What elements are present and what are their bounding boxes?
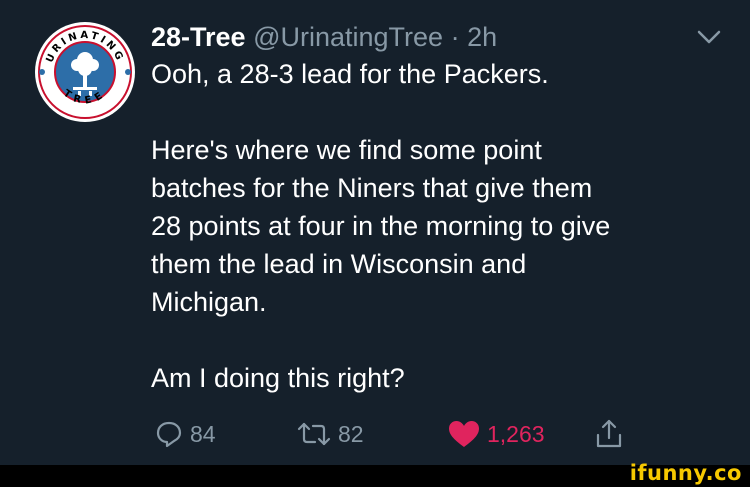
share-button[interactable] bbox=[594, 416, 624, 452]
chevron-down-icon[interactable] bbox=[695, 27, 723, 47]
tweet-line: 28 points at four in the morning to give bbox=[151, 211, 611, 241]
tweet-line: Michigan. bbox=[151, 287, 267, 317]
ifunny-watermark: ifunny.co bbox=[629, 461, 742, 485]
tweet-line: Ooh, a 28-3 lead for the Packers. bbox=[151, 59, 549, 89]
avatar[interactable]: URINATING TREE bbox=[33, 20, 137, 124]
timestamp[interactable]: 2h bbox=[467, 22, 497, 52]
tweet: URINATING TREE 28-Tree @UrinatingTree · … bbox=[0, 0, 750, 465]
tweet-line: Here's where we find some point bbox=[151, 135, 542, 165]
watermark-bar: ifunny.co bbox=[0, 461, 750, 487]
user-handle[interactable]: @UrinatingTree bbox=[253, 22, 443, 52]
separator-dot: · bbox=[450, 22, 460, 52]
like-button[interactable]: 1,263 bbox=[447, 416, 545, 452]
retweet-icon bbox=[297, 422, 331, 446]
tweet-line: Am I doing this right? bbox=[151, 363, 405, 393]
tweet-actions: 84 82 1,263 bbox=[151, 416, 651, 452]
tweet-text: Ooh, a 28-3 lead for the Packers. Here's… bbox=[151, 55, 731, 397]
share-icon bbox=[596, 419, 622, 448]
tweet-header: 28-Tree @UrinatingTree · 2h bbox=[151, 21, 497, 53]
reply-count: 84 bbox=[190, 420, 216, 447]
display-name[interactable]: 28-Tree bbox=[151, 22, 246, 52]
retweet-button[interactable]: 82 bbox=[296, 416, 364, 452]
tweet-line: batches for the Niners that give them bbox=[151, 173, 593, 203]
heart-icon bbox=[449, 421, 479, 447]
like-count: 1,263 bbox=[487, 420, 545, 447]
urinating-tree-logo: URINATING TREE bbox=[35, 22, 135, 122]
retweet-count: 82 bbox=[338, 420, 364, 447]
tweet-line: them the lead in Wisconsin and bbox=[151, 249, 527, 279]
reply-button[interactable]: 84 bbox=[154, 416, 216, 452]
reply-icon bbox=[156, 421, 182, 448]
